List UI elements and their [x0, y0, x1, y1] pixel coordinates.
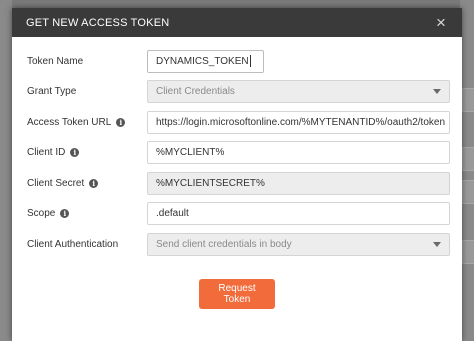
chevron-down-icon	[433, 241, 441, 247]
grant-type-label: Grant Type	[27, 86, 76, 97]
client-id-value: %MYCLIENT%	[156, 147, 225, 159]
background-field	[462, 180, 474, 204]
grant-type-label-text: Grant Type	[27, 86, 77, 98]
info-icon[interactable]: i	[60, 209, 70, 219]
info-icon[interactable]: i	[116, 117, 126, 127]
client-authentication-row: Client Authentication Send client creden…	[12, 229, 462, 260]
info-icon[interactable]: i	[70, 148, 80, 158]
text-cursor	[249, 55, 251, 68]
close-icon[interactable]: ×	[432, 14, 450, 32]
client-secret-label-text: Client Secret	[27, 177, 85, 189]
access-token-url-label: Access Token URL i	[27, 116, 126, 128]
submit-area: Request Token	[12, 279, 462, 309]
background-right-panel	[460, 0, 474, 341]
background-field	[462, 88, 474, 112]
client-id-row: Client ID i %MYCLIENT%	[12, 138, 462, 169]
scope-label-text: Scope	[27, 208, 56, 220]
grant-type-row: Grant Type Client Credentials	[12, 77, 462, 108]
scope-label: Scope i	[27, 208, 70, 220]
dialog-title: GET NEW ACCESS TOKEN	[26, 16, 170, 29]
client-id-label-text: Client ID	[27, 147, 66, 159]
client-id-input[interactable]: %MYCLIENT%	[147, 141, 450, 165]
client-secret-input[interactable]: %MYCLIENTSECRET%	[147, 171, 450, 195]
chevron-down-icon	[433, 89, 441, 95]
client-authentication-select[interactable]: Send client credentials in body	[147, 232, 450, 256]
background-field	[462, 240, 474, 264]
background-field	[462, 147, 474, 171]
get-new-access-token-dialog: GET NEW ACCESS TOKEN × Token Name DYNAMI…	[12, 8, 462, 341]
access-token-url-label-text: Access Token URL	[27, 116, 112, 128]
background-left-panel	[0, 0, 12, 341]
token-name-row: Token Name DYNAMICS_TOKEN	[12, 46, 462, 77]
client-authentication-value: Send client credentials in body	[156, 238, 292, 250]
client-id-label: Client ID i	[27, 147, 80, 159]
scope-input[interactable]: .default	[147, 202, 450, 226]
grant-type-select[interactable]: Client Credentials	[147, 80, 450, 104]
info-icon[interactable]: i	[89, 178, 99, 188]
client-authentication-label-text: Client Authentication	[27, 238, 119, 250]
token-form: Token Name DYNAMICS_TOKEN Grant Type Cli…	[12, 37, 462, 260]
access-token-url-row: Access Token URL i https://login.microso…	[12, 107, 462, 138]
token-name-label-text: Token Name	[27, 55, 84, 67]
client-authentication-label: Client Authentication	[27, 239, 118, 250]
access-token-url-input[interactable]: https://login.microsoftonline.com/%MYTEN…	[147, 110, 450, 134]
grant-type-value: Client Credentials	[156, 86, 235, 98]
client-secret-value: %MYCLIENTSECRET%	[156, 177, 265, 189]
scope-value: .default	[156, 208, 189, 220]
client-secret-label: Client Secret i	[27, 177, 99, 189]
access-token-url-value: https://login.microsoftonline.com/%MYTEN…	[156, 116, 446, 128]
scope-row: Scope i .default	[12, 199, 462, 230]
client-secret-row: Client Secret i %MYCLIENTSECRET%	[12, 168, 462, 199]
token-name-input[interactable]: DYNAMICS_TOKEN	[147, 49, 264, 73]
token-name-label: Token Name	[27, 56, 83, 67]
token-name-value: DYNAMICS_TOKEN	[156, 55, 249, 67]
request-token-button[interactable]: Request Token	[199, 279, 275, 309]
dialog-header: GET NEW ACCESS TOKEN ×	[12, 8, 462, 37]
